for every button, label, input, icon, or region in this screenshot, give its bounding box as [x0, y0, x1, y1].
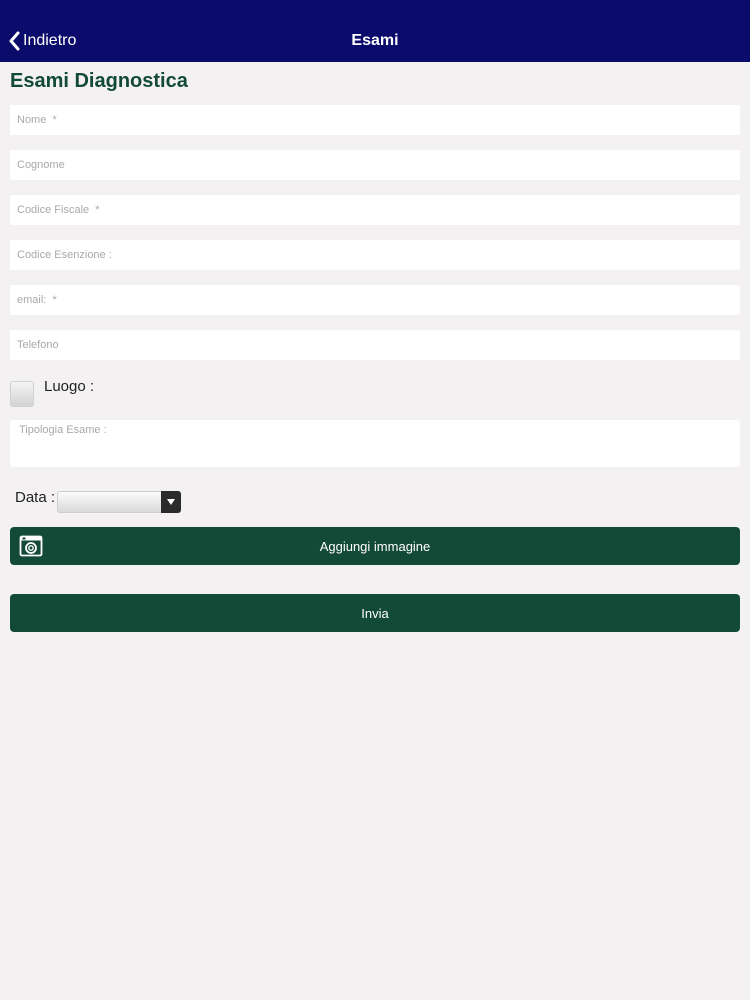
send-label: Invia	[361, 605, 389, 621]
email-input[interactable]	[10, 285, 740, 315]
tipologia-esame-textarea[interactable]	[10, 420, 740, 467]
telefono-input[interactable]	[10, 330, 740, 360]
navbar: Indietro Esami	[0, 0, 750, 62]
cognome-input[interactable]	[10, 150, 740, 180]
page-title: Esami Diagnostica	[10, 70, 188, 92]
camera-icon	[19, 535, 43, 557]
luogo-checkbox[interactable]	[10, 381, 34, 407]
send-button[interactable]: Invia	[10, 594, 740, 632]
add-image-button[interactable]: Aggiungi immagine	[10, 527, 740, 565]
dropdown-arrow-icon	[161, 491, 181, 513]
luogo-label: Luogo :	[44, 378, 95, 395]
add-image-label: Aggiungi immagine	[319, 538, 431, 554]
date-select[interactable]	[57, 491, 181, 513]
nome-input[interactable]	[10, 105, 740, 135]
codice-fiscale-input[interactable]	[10, 195, 740, 225]
nav-title: Esami	[351, 32, 399, 49]
codice-esenzione-input[interactable]	[10, 240, 740, 270]
data-label: Data :	[15, 489, 56, 506]
